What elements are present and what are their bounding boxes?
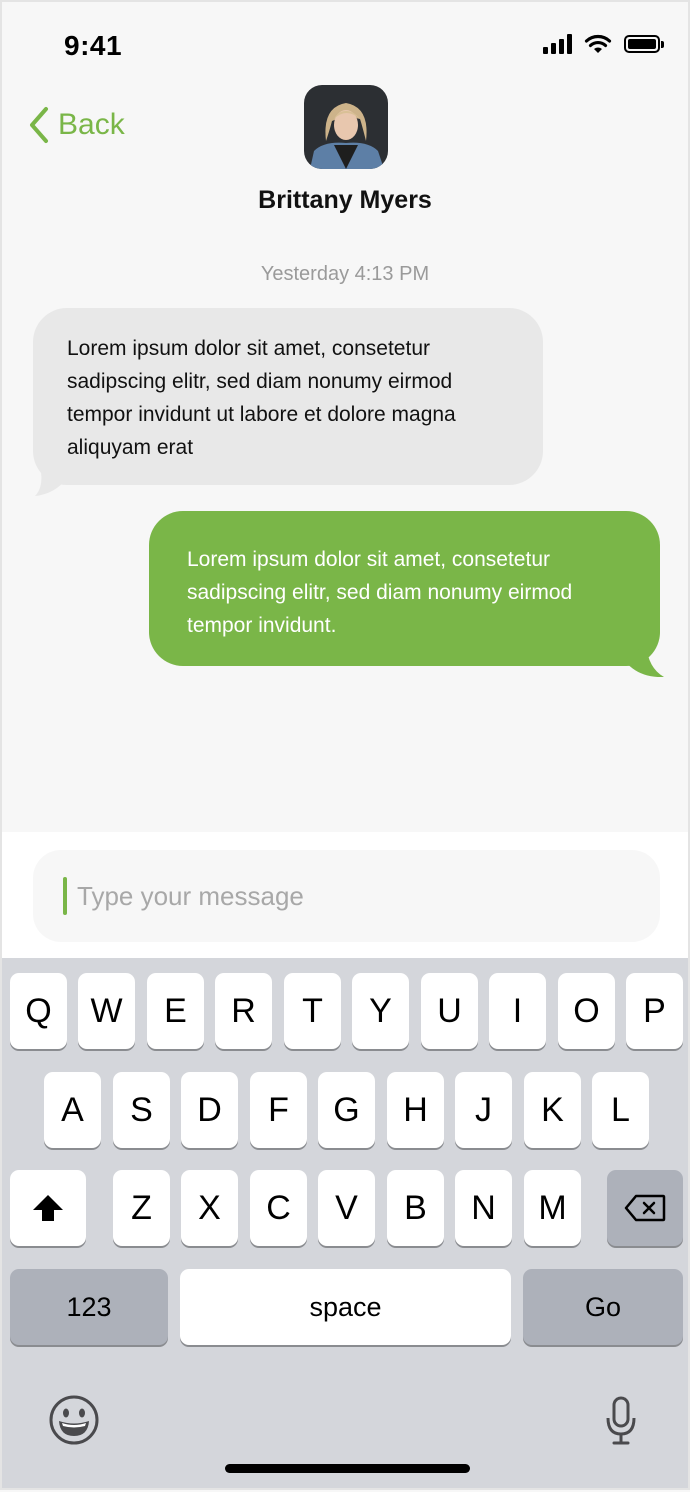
status-time: 9:41: [64, 30, 123, 61]
key-b[interactable]: B: [387, 1170, 444, 1246]
outgoing-bubble-tail: [624, 644, 664, 678]
key-n[interactable]: N: [455, 1170, 512, 1246]
key-u[interactable]: U: [421, 973, 478, 1049]
key-h[interactable]: H: [387, 1072, 444, 1148]
key-r[interactable]: R: [215, 973, 272, 1049]
message-placeholder: Type your message: [77, 880, 304, 911]
battery-icon: [624, 35, 664, 53]
key-a[interactable]: A: [44, 1072, 101, 1148]
backspace-icon: [624, 1194, 666, 1222]
shift-icon: [33, 1195, 63, 1221]
emoji-icon[interactable]: [48, 1394, 100, 1446]
status-icons: [543, 34, 664, 54]
wifi-icon: [584, 34, 612, 53]
microphone-icon[interactable]: [604, 1396, 638, 1446]
key-g[interactable]: G: [318, 1072, 375, 1148]
signal-icon: [543, 34, 572, 54]
key-v[interactable]: V: [318, 1170, 375, 1246]
incoming-message[interactable]: Lorem ipsum dolor sit amet, consetetur s…: [33, 308, 543, 485]
key-t[interactable]: T: [284, 973, 341, 1049]
key-w[interactable]: W: [78, 973, 135, 1049]
message-input[interactable]: Type your message: [33, 850, 660, 942]
key-p[interactable]: P: [626, 973, 683, 1049]
back-label: Back: [58, 108, 125, 141]
key-s[interactable]: S: [113, 1072, 170, 1148]
key-y[interactable]: Y: [352, 973, 409, 1049]
keyboard: Q W E R T Y U I O P A S D F G H J K L Z …: [2, 958, 688, 1488]
outgoing-message[interactable]: Lorem ipsum dolor sit amet, consetetur s…: [149, 511, 660, 666]
go-key[interactable]: Go: [523, 1269, 683, 1345]
key-c[interactable]: C: [250, 1170, 307, 1246]
numbers-key[interactable]: 123: [10, 1269, 168, 1345]
key-o[interactable]: O: [558, 973, 615, 1049]
key-j[interactable]: J: [455, 1072, 512, 1148]
text-caret: [63, 877, 67, 915]
key-l[interactable]: L: [592, 1072, 649, 1148]
chat-screen: 9:41 Back Brittany Myers Yesterday 4:13 …: [0, 0, 690, 1490]
key-f[interactable]: F: [250, 1072, 307, 1148]
home-indicator[interactable]: [225, 1464, 470, 1473]
key-k[interactable]: K: [524, 1072, 581, 1148]
key-x[interactable]: X: [181, 1170, 238, 1246]
avatar[interactable]: [304, 85, 388, 169]
back-button[interactable]: Back: [28, 106, 125, 144]
shift-key[interactable]: [10, 1170, 86, 1246]
composer-area: Type your message: [2, 832, 688, 958]
back-chevron-icon: [30, 107, 48, 143]
key-z[interactable]: Z: [113, 1170, 170, 1246]
message-timestamp: Yesterday 4:13 PM: [260, 263, 430, 285]
key-i[interactable]: I: [489, 973, 546, 1049]
key-m[interactable]: M: [524, 1170, 581, 1246]
key-q[interactable]: Q: [10, 973, 67, 1049]
contact-name: Brittany Myers: [258, 186, 432, 214]
key-e[interactable]: E: [147, 973, 204, 1049]
incoming-bubble-tail: [35, 472, 67, 496]
backspace-key[interactable]: [607, 1170, 683, 1246]
key-d[interactable]: D: [181, 1072, 238, 1148]
space-key[interactable]: space: [180, 1269, 511, 1345]
